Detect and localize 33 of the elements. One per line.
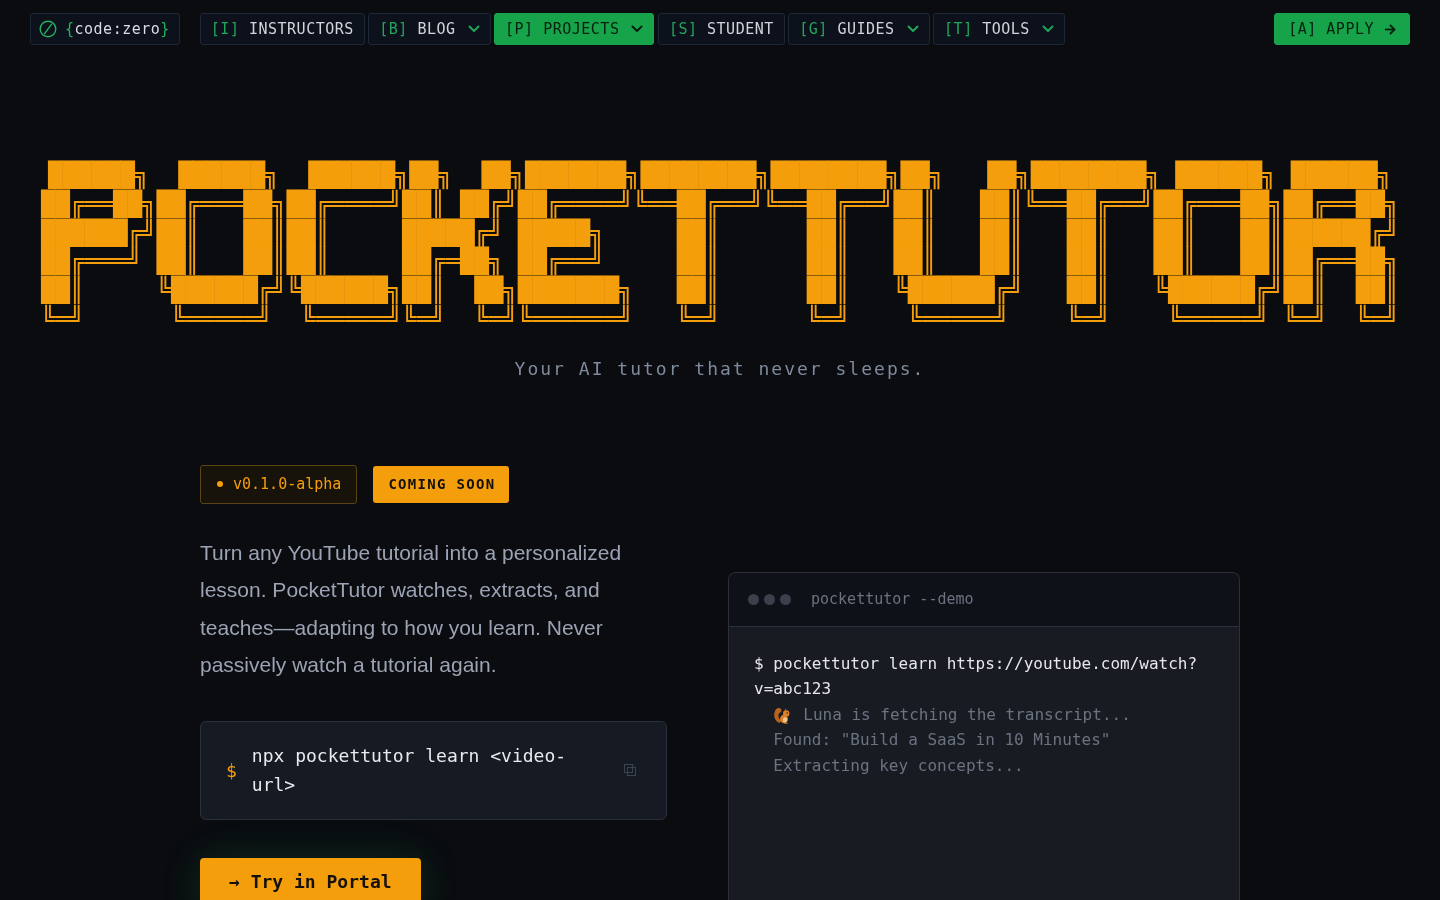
version-label: v0.1.0-alpha <box>233 475 342 494</box>
terminal-line: Extracting key concepts... <box>773 755 1024 775</box>
nav-link[interactable]: [G] GUIDES <box>788 13 930 45</box>
nav-link[interactable]: [T] TOOLS <box>933 13 1065 45</box>
terminal-line: Found: "Build a SaaS in 10 Minutes" <box>773 730 1111 750</box>
tagline: Your AI tutor that never sleeps. <box>514 356 926 381</box>
window-dot-icon <box>780 593 791 605</box>
terminal-line: Luna is fetching the transcript... <box>803 703 1131 726</box>
terminal-title: pockettutor --demo <box>811 590 974 609</box>
ascii-art-title: ██████╗ ██████╗ ██████╗██╗ ██╗███████╗████████╗████████╗██╗ ██╗████████╗ ██████╗ ██████╗ ██╔══██╗██╔═══██╗██╔════╝██║ ██╔╝██╔════╝╚══██╔══╝╚══██╔══╝██║ ██║╚══██╔══╝██╔═══██╗██╔══██╗ ██████╔╝██║ ██║██║ █████╔╝ █████╗ ██║ ██║ ██║ ██║ ██║ ██║ ██║██████╔╝ ██╔═══╝ ██║ ██║██║ ██╔═██╗ ██╔══╝ ██║ ██║ ██║ ██║ ██║ ██║ ██║██╔══██╗ ██║ ╚██████╔╝╚██████╗██║ ██╗███████╗ ██║ ██║ ╚██████╔╝ ██║ ╚██████╔╝██║ ██║ ╚═╝ ╚═════╝ ╚═════╝╚═╝ ╚═╝╚══════╝ ╚═╝ ╚═╝ ╚═════╝ ╚═╝ ╚═════╝ ╚═╝ ╚═╝ <box>40 161 1400 334</box>
window-dot-icon <box>748 593 759 605</box>
window-dot-icon <box>764 593 775 605</box>
try-portal-button[interactable]: → Try in Portal <box>200 857 421 900</box>
prompt-symbol: $ <box>226 759 237 781</box>
nav-link[interactable]: [I] INSTRUCTORS <box>199 13 365 45</box>
nav-link[interactable]: [P] PROJECTS <box>494 13 655 45</box>
squirrel-icon <box>773 705 792 724</box>
nav-link[interactable]: [B] BLOG <box>368 13 491 45</box>
terminal-line: $ pockettutor learn https://youtube.com/watch?v=abc123 <box>754 652 1199 701</box>
description-text: Turn any YouTube tutorial into a personalized lesson. PocketTutor watches, extracts, and teaches—adapting to how you learn. Never passively watch a tutorial again. <box>200 539 623 679</box>
chevron-down-icon <box>906 25 919 33</box>
arrow-right-icon <box>1384 23 1396 35</box>
status-dot-icon <box>217 481 223 488</box>
apply-button[interactable]: [A] APPLY <box>1274 13 1410 45</box>
chevron-down-icon <box>1041 25 1054 33</box>
slashed-circle-icon <box>39 20 57 38</box>
chevron-down-icon <box>467 25 480 33</box>
home-logo-link[interactable]: {code:zero} <box>30 13 180 45</box>
coming-soon-badge: COMING SOON <box>373 465 510 503</box>
chevron-down-icon <box>631 25 644 33</box>
install-command: npx pockettutor learn <video-url> <box>251 744 568 798</box>
copy-icon[interactable] <box>624 764 636 777</box>
nav-link[interactable]: [S] STUDENT <box>657 13 785 45</box>
